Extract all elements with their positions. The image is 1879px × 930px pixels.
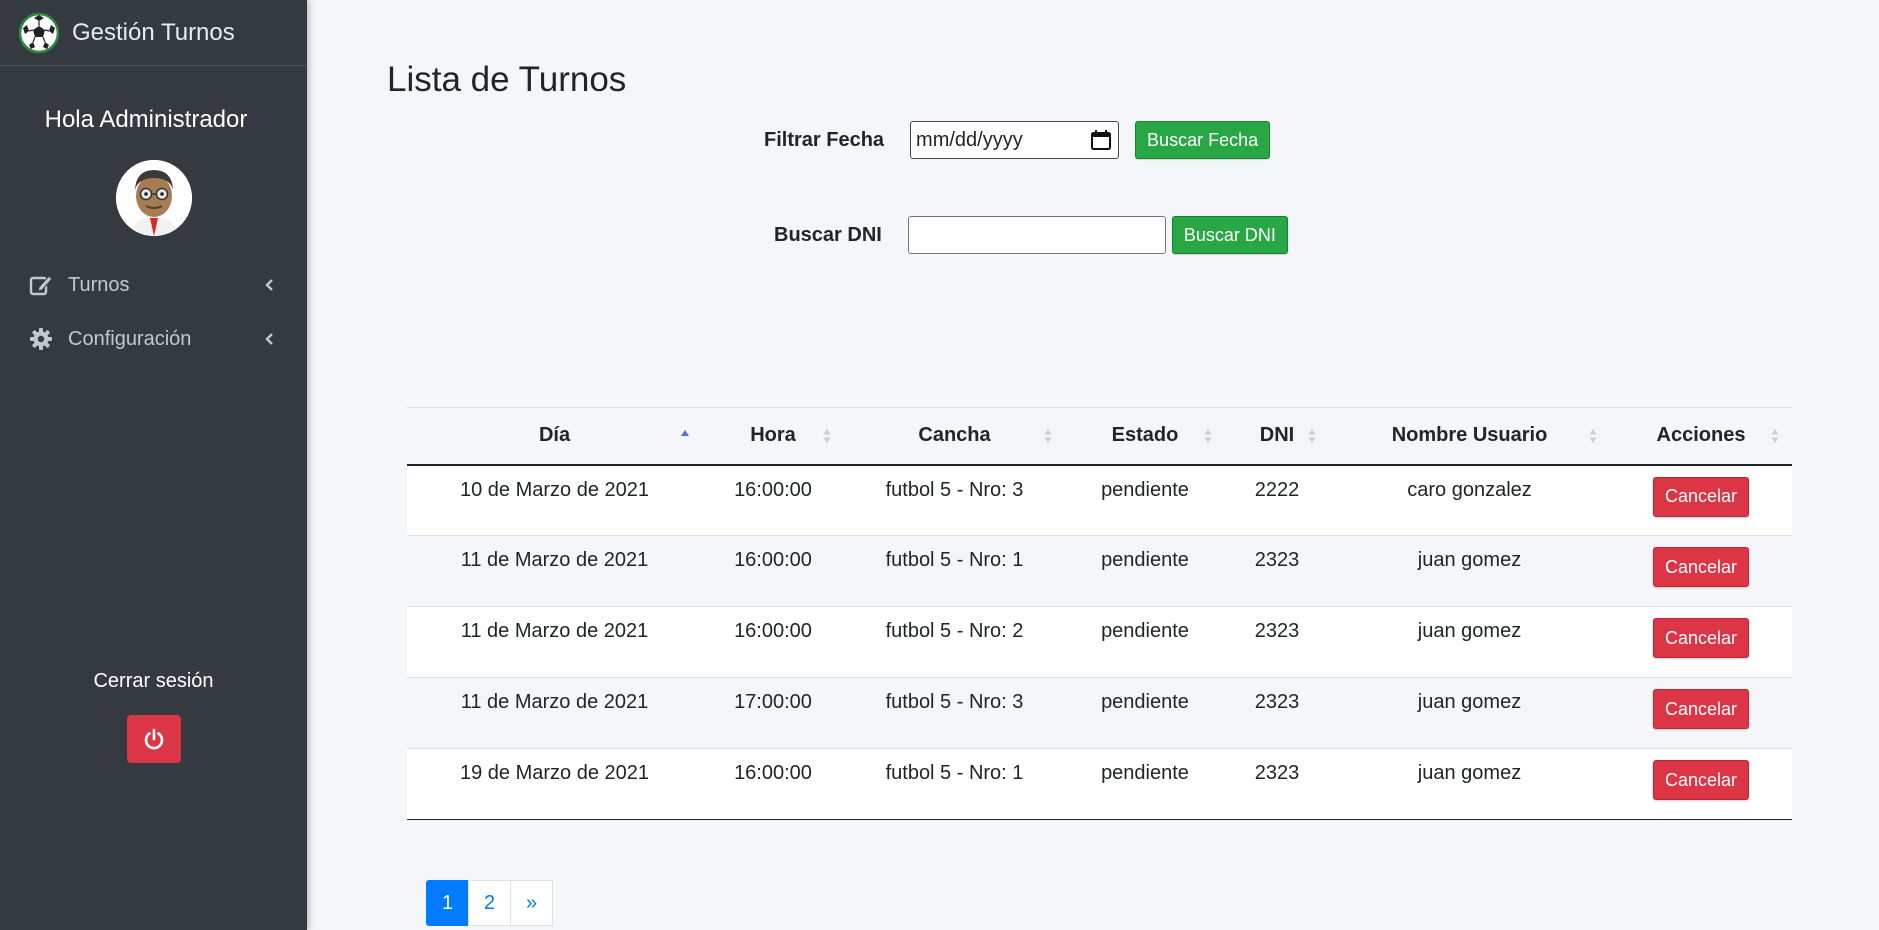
cell-cancha: futbol 5 - Nro: 3 <box>844 464 1065 536</box>
cell-nombre: juan gomez <box>1329 677 1610 749</box>
cell-cancha: futbol 5 - Nro: 3 <box>844 677 1065 749</box>
cell-acciones: Cancelar <box>1610 535 1792 607</box>
cell-estado: pendiente <box>1065 677 1225 749</box>
brand[interactable]: Gestión Turnos <box>0 0 307 66</box>
cancel-button[interactable]: Cancelar <box>1652 547 1750 587</box>
search-dni-button[interactable]: Buscar DNI <box>1171 216 1288 254</box>
cell-dia: 11 de Marzo de 2021 <box>407 606 702 678</box>
cell-estado: pendiente <box>1065 464 1225 536</box>
cell-hora: 16:00:00 <box>702 464 844 536</box>
edit-icon <box>28 272 54 298</box>
search-date-button[interactable]: Buscar Fecha <box>1135 121 1271 159</box>
sidebar-item-configuracion[interactable]: Configuración <box>0 312 307 366</box>
gear-icon <box>28 326 54 352</box>
sidebar-item-label: Configuración <box>68 327 192 350</box>
cell-cancha: futbol 5 - Nro: 1 <box>844 748 1065 820</box>
date-filter-row: Filtrar Fecha mm/dd/yyyy Buscar Fecha <box>764 121 1271 159</box>
column-header-nombre-usuario[interactable]: Nombre Usuario <box>1329 408 1610 465</box>
page-1-button[interactable]: 1 <box>426 880 469 926</box>
table-row: 19 de Marzo de 2021 16:00:00 futbol 5 - … <box>407 748 1792 820</box>
chevron-left-icon <box>265 279 273 291</box>
column-header-estado[interactable]: Estado <box>1065 408 1225 465</box>
column-header-dia[interactable]: Día <box>407 408 702 465</box>
sort-icon <box>823 428 831 443</box>
cell-acciones: Cancelar <box>1610 748 1792 820</box>
sidebar-nav: Turnos Configuración <box>0 258 307 366</box>
cell-estado: pendiente <box>1065 748 1225 820</box>
cell-nombre: juan gomez <box>1329 748 1610 820</box>
cell-cancha: futbol 5 - Nro: 1 <box>844 535 1065 607</box>
dni-input[interactable] <box>907 216 1166 254</box>
column-header-dni[interactable]: DNI <box>1225 408 1329 465</box>
column-header-acciones[interactable]: Acciones <box>1610 408 1792 465</box>
table-row: 11 de Marzo de 2021 16:00:00 futbol 5 - … <box>407 535 1792 607</box>
date-filter-label: Filtrar Fecha <box>764 128 885 151</box>
cell-estado: pendiente <box>1065 535 1225 607</box>
date-input-placeholder: mm/dd/yyyy <box>916 128 1023 151</box>
next-page-button[interactable]: » <box>510 880 553 926</box>
logout-button[interactable] <box>126 715 181 763</box>
sort-icon <box>1589 428 1597 443</box>
sidebar: Gestión Turnos Hola Administrador Turnos… <box>0 0 307 930</box>
table-row: 10 de Marzo de 2021 16:00:00 futbol 5 - … <box>407 464 1792 536</box>
sort-icon <box>1204 428 1212 443</box>
cell-dia: 19 de Marzo de 2021 <box>407 748 702 820</box>
cell-hora: 17:00:00 <box>702 677 844 749</box>
sort-icon <box>1044 428 1052 443</box>
cancel-button[interactable]: Cancelar <box>1652 760 1750 800</box>
table-row: 11 de Marzo de 2021 16:00:00 futbol 5 - … <box>407 606 1792 678</box>
page-title: Lista de Turnos <box>387 60 627 99</box>
power-icon <box>144 728 163 750</box>
dni-filter-label: Buscar DNI <box>774 223 882 246</box>
cell-acciones: Cancelar <box>1610 464 1792 536</box>
date-input[interactable]: mm/dd/yyyy <box>910 121 1120 159</box>
cancel-button[interactable]: Cancelar <box>1652 618 1750 658</box>
cancel-button[interactable]: Cancelar <box>1652 689 1750 729</box>
cell-dni: 2323 <box>1225 748 1329 820</box>
cell-hora: 16:00:00 <box>702 606 844 678</box>
sidebar-item-turnos[interactable]: Turnos <box>0 258 307 312</box>
sort-asc-icon <box>681 429 689 436</box>
cell-dni: 2323 <box>1225 535 1329 607</box>
cell-dia: 11 de Marzo de 2021 <box>407 677 702 749</box>
cell-hora: 16:00:00 <box>702 748 844 820</box>
logout-section: Cerrar sesión <box>0 670 307 763</box>
cell-dni: 2323 <box>1225 606 1329 678</box>
dni-filter-row: Buscar DNI Buscar DNI <box>774 216 1288 254</box>
soccer-ball-icon <box>18 12 60 53</box>
sidebar-item-label: Turnos <box>68 273 130 296</box>
cell-hora: 16:00:00 <box>702 535 844 607</box>
cell-acciones: Cancelar <box>1610 606 1792 678</box>
cell-dia: 10 de Marzo de 2021 <box>407 464 702 536</box>
column-header-hora[interactable]: Hora <box>702 408 844 465</box>
avatar <box>115 160 192 236</box>
sort-icon <box>1308 428 1316 443</box>
avatar-image <box>115 160 192 236</box>
calendar-icon[interactable] <box>1090 129 1112 151</box>
cell-nombre: caro gonzalez <box>1329 464 1610 536</box>
table-header-row: Día Hora Cancha Estado DNI Nombre Usuari… <box>407 407 1792 465</box>
turnos-table: Día Hora Cancha Estado DNI Nombre Usuari… <box>407 407 1792 820</box>
cell-dni: 2222 <box>1225 464 1329 536</box>
cell-dia: 11 de Marzo de 2021 <box>407 535 702 607</box>
logout-label: Cerrar sesión <box>93 670 214 692</box>
cell-estado: pendiente <box>1065 606 1225 678</box>
cell-nombre: juan gomez <box>1329 535 1610 607</box>
turnos-table-wrapper: Día Hora Cancha Estado DNI Nombre Usuari… <box>407 407 1792 820</box>
page-2-button[interactable]: 2 <box>468 880 511 926</box>
pagination: 1 2 » <box>426 880 553 926</box>
sort-icon <box>1771 428 1779 443</box>
user-greeting: Hola Administrador <box>44 106 248 133</box>
table-row: 11 de Marzo de 2021 17:00:00 futbol 5 - … <box>407 677 1792 749</box>
chevron-left-icon <box>265 333 273 345</box>
cell-dni: 2323 <box>1225 677 1329 749</box>
cell-nombre: juan gomez <box>1329 606 1610 678</box>
cell-cancha: futbol 5 - Nro: 2 <box>844 606 1065 678</box>
column-header-cancha[interactable]: Cancha <box>844 408 1065 465</box>
cancel-button[interactable]: Cancelar <box>1652 476 1750 517</box>
brand-title: Gestión Turnos <box>72 18 235 46</box>
cell-acciones: Cancelar <box>1610 677 1792 749</box>
